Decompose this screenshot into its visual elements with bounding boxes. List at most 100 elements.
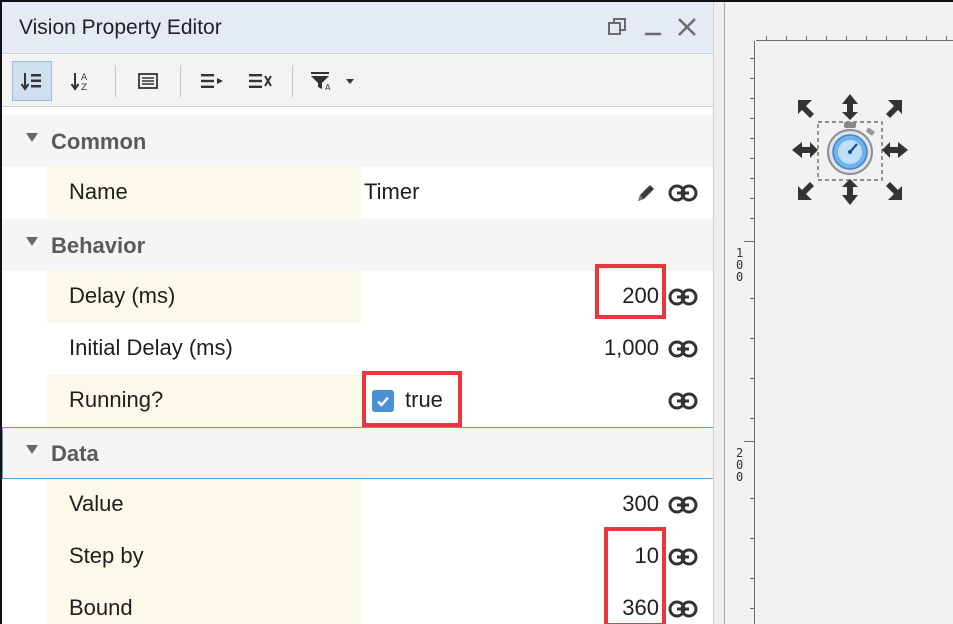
ruler-tick <box>786 36 787 40</box>
horizontal-ruler <box>756 33 953 41</box>
ruler-tick <box>750 78 754 79</box>
collapse-caret-icon[interactable] <box>26 133 38 142</box>
ruler-tick <box>846 36 847 40</box>
property-value: 360 <box>622 595 659 620</box>
ruler-tick <box>750 98 754 99</box>
property-row-step-by[interactable]: Step by 10 <box>2 531 713 583</box>
resize-handle-se-icon <box>886 182 902 200</box>
category-label: Data <box>51 441 99 466</box>
ruler-tick-major <box>744 241 754 242</box>
pencil-icon[interactable] <box>634 181 658 205</box>
property-name: Initial Delay (ms) <box>69 335 233 360</box>
property-name: Bound <box>69 595 133 620</box>
expand-all-button[interactable] <box>192 61 232 101</box>
binding-link-icon[interactable] <box>668 598 698 620</box>
sort-categorized-button[interactable] <box>12 61 52 101</box>
property-list-button[interactable] <box>128 61 168 101</box>
binding-link-icon[interactable] <box>668 390 698 412</box>
filter-icon: A <box>311 72 331 92</box>
property-list: Common Name Timer Behavior Delay (ms) 20… <box>2 108 713 624</box>
ruler-tick <box>750 378 754 379</box>
toolbar-separator <box>180 65 181 97</box>
property-row-delay[interactable]: Delay (ms) 200 <box>2 271 713 323</box>
close-icon <box>678 18 696 36</box>
timer-component[interactable] <box>790 92 910 207</box>
property-name-cell: Bound <box>47 583 361 624</box>
sort-alphabetical-button[interactable]: A Z <box>62 61 102 101</box>
sort-categorized-icon <box>20 73 41 91</box>
ruler-tick <box>750 498 754 499</box>
toolbar-separator <box>115 65 116 97</box>
binding-link-icon[interactable] <box>668 546 698 568</box>
ruler-tick <box>866 36 867 40</box>
property-row-initial-delay[interactable]: Initial Delay (ms) 1,000 <box>2 323 713 375</box>
close-button[interactable] <box>672 10 702 44</box>
property-value-field[interactable]: 360 <box>363 583 663 624</box>
property-name: Running? <box>69 387 164 412</box>
property-value: 300 <box>622 491 659 516</box>
property-value-field[interactable]: Timer <box>363 167 663 219</box>
property-editor-panel: Vision Property Editor A Z A Common Name… <box>2 2 714 624</box>
resize-handle-w-icon <box>792 142 818 158</box>
property-list-icon <box>138 73 158 89</box>
panel-splitter[interactable] <box>714 2 724 624</box>
binding-link-icon[interactable] <box>668 182 698 204</box>
collapse-caret-icon[interactable] <box>26 237 38 246</box>
binding-link-icon[interactable] <box>668 494 698 516</box>
filter-button[interactable]: A <box>302 61 342 101</box>
checkmark-icon <box>377 396 389 407</box>
property-row-bound[interactable]: Bound 360 <box>2 583 713 624</box>
panel-titlebar[interactable]: Vision Property Editor <box>2 2 713 54</box>
category-data[interactable]: Data <box>2 427 713 479</box>
ruler-tick <box>886 36 887 40</box>
property-value-field[interactable]: true <box>363 375 663 427</box>
stopwatch-icon <box>827 122 875 175</box>
ruler-tick <box>750 218 754 219</box>
property-value-field[interactable]: 300 <box>363 479 663 531</box>
property-value-field[interactable]: 10 <box>363 531 663 583</box>
minimize-button[interactable] <box>638 10 668 44</box>
binding-link-icon[interactable] <box>668 286 698 308</box>
resize-handle-nw-icon <box>798 100 814 118</box>
restore-button[interactable] <box>602 10 632 44</box>
property-value: Timer <box>364 179 420 204</box>
resize-handle-e-icon <box>882 142 908 158</box>
collapse-all-button[interactable] <box>240 61 280 101</box>
ruler-tick <box>750 418 754 419</box>
filter-dropdown-button[interactable] <box>338 61 362 101</box>
checkbox-label: true <box>405 387 443 412</box>
designer-canvas[interactable]: 1 0 0 2 0 0 <box>724 2 953 624</box>
property-name: Step by <box>69 543 144 568</box>
ruler-label: 2 0 0 <box>736 446 744 484</box>
property-value-field[interactable]: 1,000 <box>363 323 663 375</box>
property-row-running[interactable]: Running? true <box>2 375 713 427</box>
collapse-caret-icon[interactable] <box>26 445 38 454</box>
expand-all-icon <box>201 74 223 88</box>
property-row-value[interactable]: Value 300 <box>2 479 713 531</box>
svg-text:Z: Z <box>81 83 87 93</box>
ruler-tick <box>750 538 754 539</box>
collapse-all-icon <box>249 74 272 88</box>
property-name-cell: Value <box>47 479 361 531</box>
running-checkbox[interactable] <box>372 390 394 412</box>
property-name: Name <box>69 179 128 204</box>
property-toolbar: A Z A <box>2 55 713 107</box>
category-label: Common <box>51 129 147 154</box>
category-behavior[interactable]: Behavior <box>2 219 713 271</box>
panel-title: Vision Property Editor <box>19 16 222 39</box>
ruler-tick <box>826 36 827 40</box>
ruler-tick <box>750 118 754 119</box>
ruler-tick <box>750 198 754 199</box>
property-row-name[interactable]: Name Timer <box>2 167 713 219</box>
binding-link-icon[interactable] <box>668 338 698 360</box>
category-common[interactable]: Common <box>2 115 713 167</box>
ruler-tick <box>766 36 767 40</box>
vertical-ruler <box>744 41 755 624</box>
property-value: 200 <box>622 283 659 308</box>
ruler-tick <box>926 36 927 40</box>
property-name-cell: Delay (ms) <box>47 271 361 323</box>
property-value-field[interactable]: 200 <box>363 271 663 323</box>
resize-handle-ne-icon <box>886 100 902 118</box>
ruler-tick <box>906 36 907 40</box>
svg-text:A: A <box>81 73 88 83</box>
